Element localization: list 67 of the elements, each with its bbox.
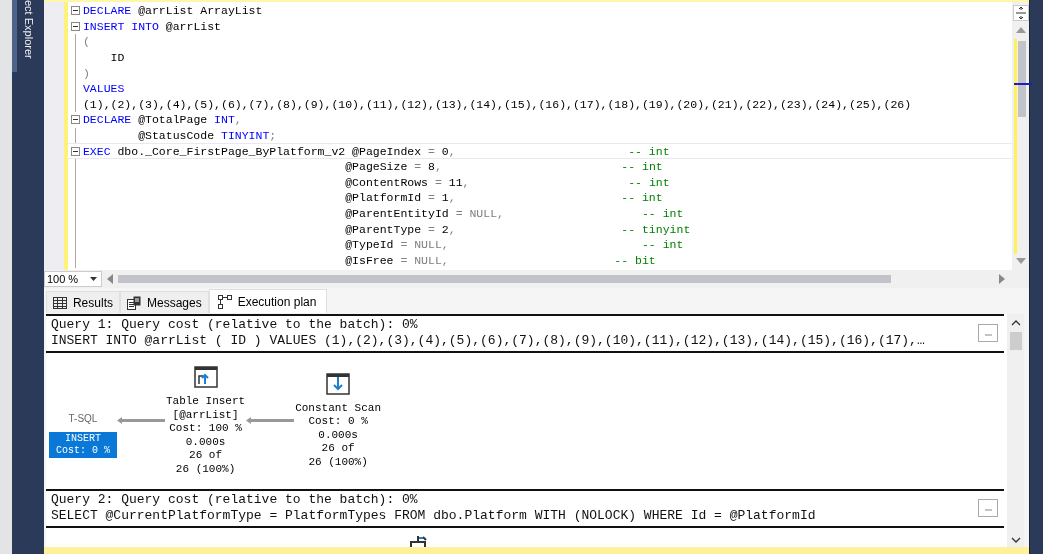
code-line: DECLARE @arrList ArrayList [82, 3, 263, 19]
constant-scan-icon [326, 372, 351, 395]
scroll-down-icon[interactable] [1010, 537, 1021, 543]
zoom-dropdown[interactable]: 100 % [43, 271, 102, 287]
split-icon[interactable] [1012, 5, 1029, 21]
results-tab[interactable]: Messages [119, 291, 209, 313]
node-text: 26 (100%) [308, 455, 368, 470]
code-line: @IsFree = NULL, -- bit [344, 252, 656, 268]
code-line: (1),(2),(3),(4),(5),(6),(7),(8),(9),(10),(11),(12),(13),(14),(15),(16),(17),(18),(19),(20),(21),(22),(23),(24),(25),(26) [82, 96, 912, 112]
code-line: @StatusCode TINYINT; [137, 128, 277, 144]
table-insert-icon [193, 366, 218, 388]
node-type-label: T-SQL [68, 412, 98, 424]
node-text: Cost: 0 % [308, 415, 368, 429]
code-line: @PlatformId = 1, -- int [344, 190, 663, 206]
node-text: Table Insert [165, 395, 246, 409]
code-line: INSERT INTO @arrList [82, 18, 221, 34]
caret-icon [89, 277, 97, 281]
node-text: 0.000s [318, 428, 358, 443]
node-text: 26 (100%) [175, 462, 236, 476]
flow-arrow [116, 415, 165, 425]
code-line: @TypeId = NULL, -- int [344, 237, 684, 253]
code-line: VALUES [82, 81, 125, 97]
node-text: 26 of [321, 442, 355, 456]
node-text: 26 of [189, 449, 223, 463]
collapse-icon[interactable] [70, 115, 80, 125]
node-text: Cost: 100 % [169, 422, 242, 436]
query-cost-text: Query 2: Query cost (relative to the batch): 0% [50, 492, 419, 508]
more-button[interactable] [978, 324, 998, 342]
scroll-right-icon[interactable] [999, 274, 1005, 284]
code-line: DECLARE @TotalPage INT, [82, 112, 242, 128]
code-line: ID [109, 50, 125, 66]
code-line: ) [82, 65, 90, 81]
code-line: @ParentType = 2, -- tinyint [344, 221, 691, 237]
node-text: [@arrList] [172, 408, 239, 422]
results-tab[interactable]: Execution plan [208, 289, 328, 313]
document-icon [126, 295, 141, 310]
plan-node[interactable]: Constant Scan Cost: 0 % 0.000s 26 of 26 (100%) [294, 372, 382, 470]
plan-node[interactable]: Table Insert [@arrList] Cost: 100 % 0.000s 26 of 26 (100%) [164, 366, 247, 476]
vertical-scrollbar[interactable] [1012, 2, 1029, 270]
plan-node[interactable]: INSERT Cost: 0 % [48, 431, 117, 458]
scroll-left-icon[interactable] [106, 274, 113, 284]
code-line: EXEC dbo._Core_FirstPage_ByPlatform_v2 @PageIndex = 0, -- int [82, 143, 670, 159]
node-text: 0.000s [185, 435, 226, 449]
collapse-icon[interactable] [70, 21, 80, 31]
flow-arrow [246, 415, 295, 425]
query-statement: SELECT @CurrentPlatformType = PlatformTypes FROM dbo.Platform WITH (NOLOCK) WHERE Id = @PlatformId [50, 508, 817, 524]
vertical-scrollbar[interactable] [1007, 314, 1024, 547]
more-button[interactable] [978, 499, 998, 517]
scroll-thumb[interactable] [117, 275, 891, 283]
diagram-icon [217, 294, 232, 309]
code-line: @ParentEntityId = NULL, -- int [344, 206, 684, 221]
code-line: ( [82, 34, 90, 50]
collapse-icon[interactable] [70, 146, 80, 156]
query-statement: INSERT INTO @arrList ( ID ) VALUES (1),(2),(3),(4),(5),(6),(7),(8),(9),(10),(11),(12),(13),(14),(15),(16),(17),… [50, 333, 926, 349]
code-editor[interactable] [43, 0, 1029, 270]
results-tab[interactable]: Results [45, 291, 120, 313]
scroll-thumb[interactable] [1009, 332, 1022, 350]
scroll-thumb[interactable] [1018, 41, 1026, 117]
collapse-icon[interactable] [70, 6, 80, 16]
query-cost-text: Query 1: Query cost (relative to the batch): 0% [50, 317, 419, 333]
code-line: @ContentRows = 11, -- int [344, 174, 670, 190]
cursor-mark [1014, 83, 1032, 85]
grid-icon [52, 295, 67, 310]
code-line: @PageSize = 8, -- int [344, 159, 663, 175]
scroll-up-icon[interactable] [1010, 320, 1021, 326]
side-tab[interactable]: ect Explorer [12, 0, 39, 72]
node-text: Constant Scan [295, 401, 381, 416]
